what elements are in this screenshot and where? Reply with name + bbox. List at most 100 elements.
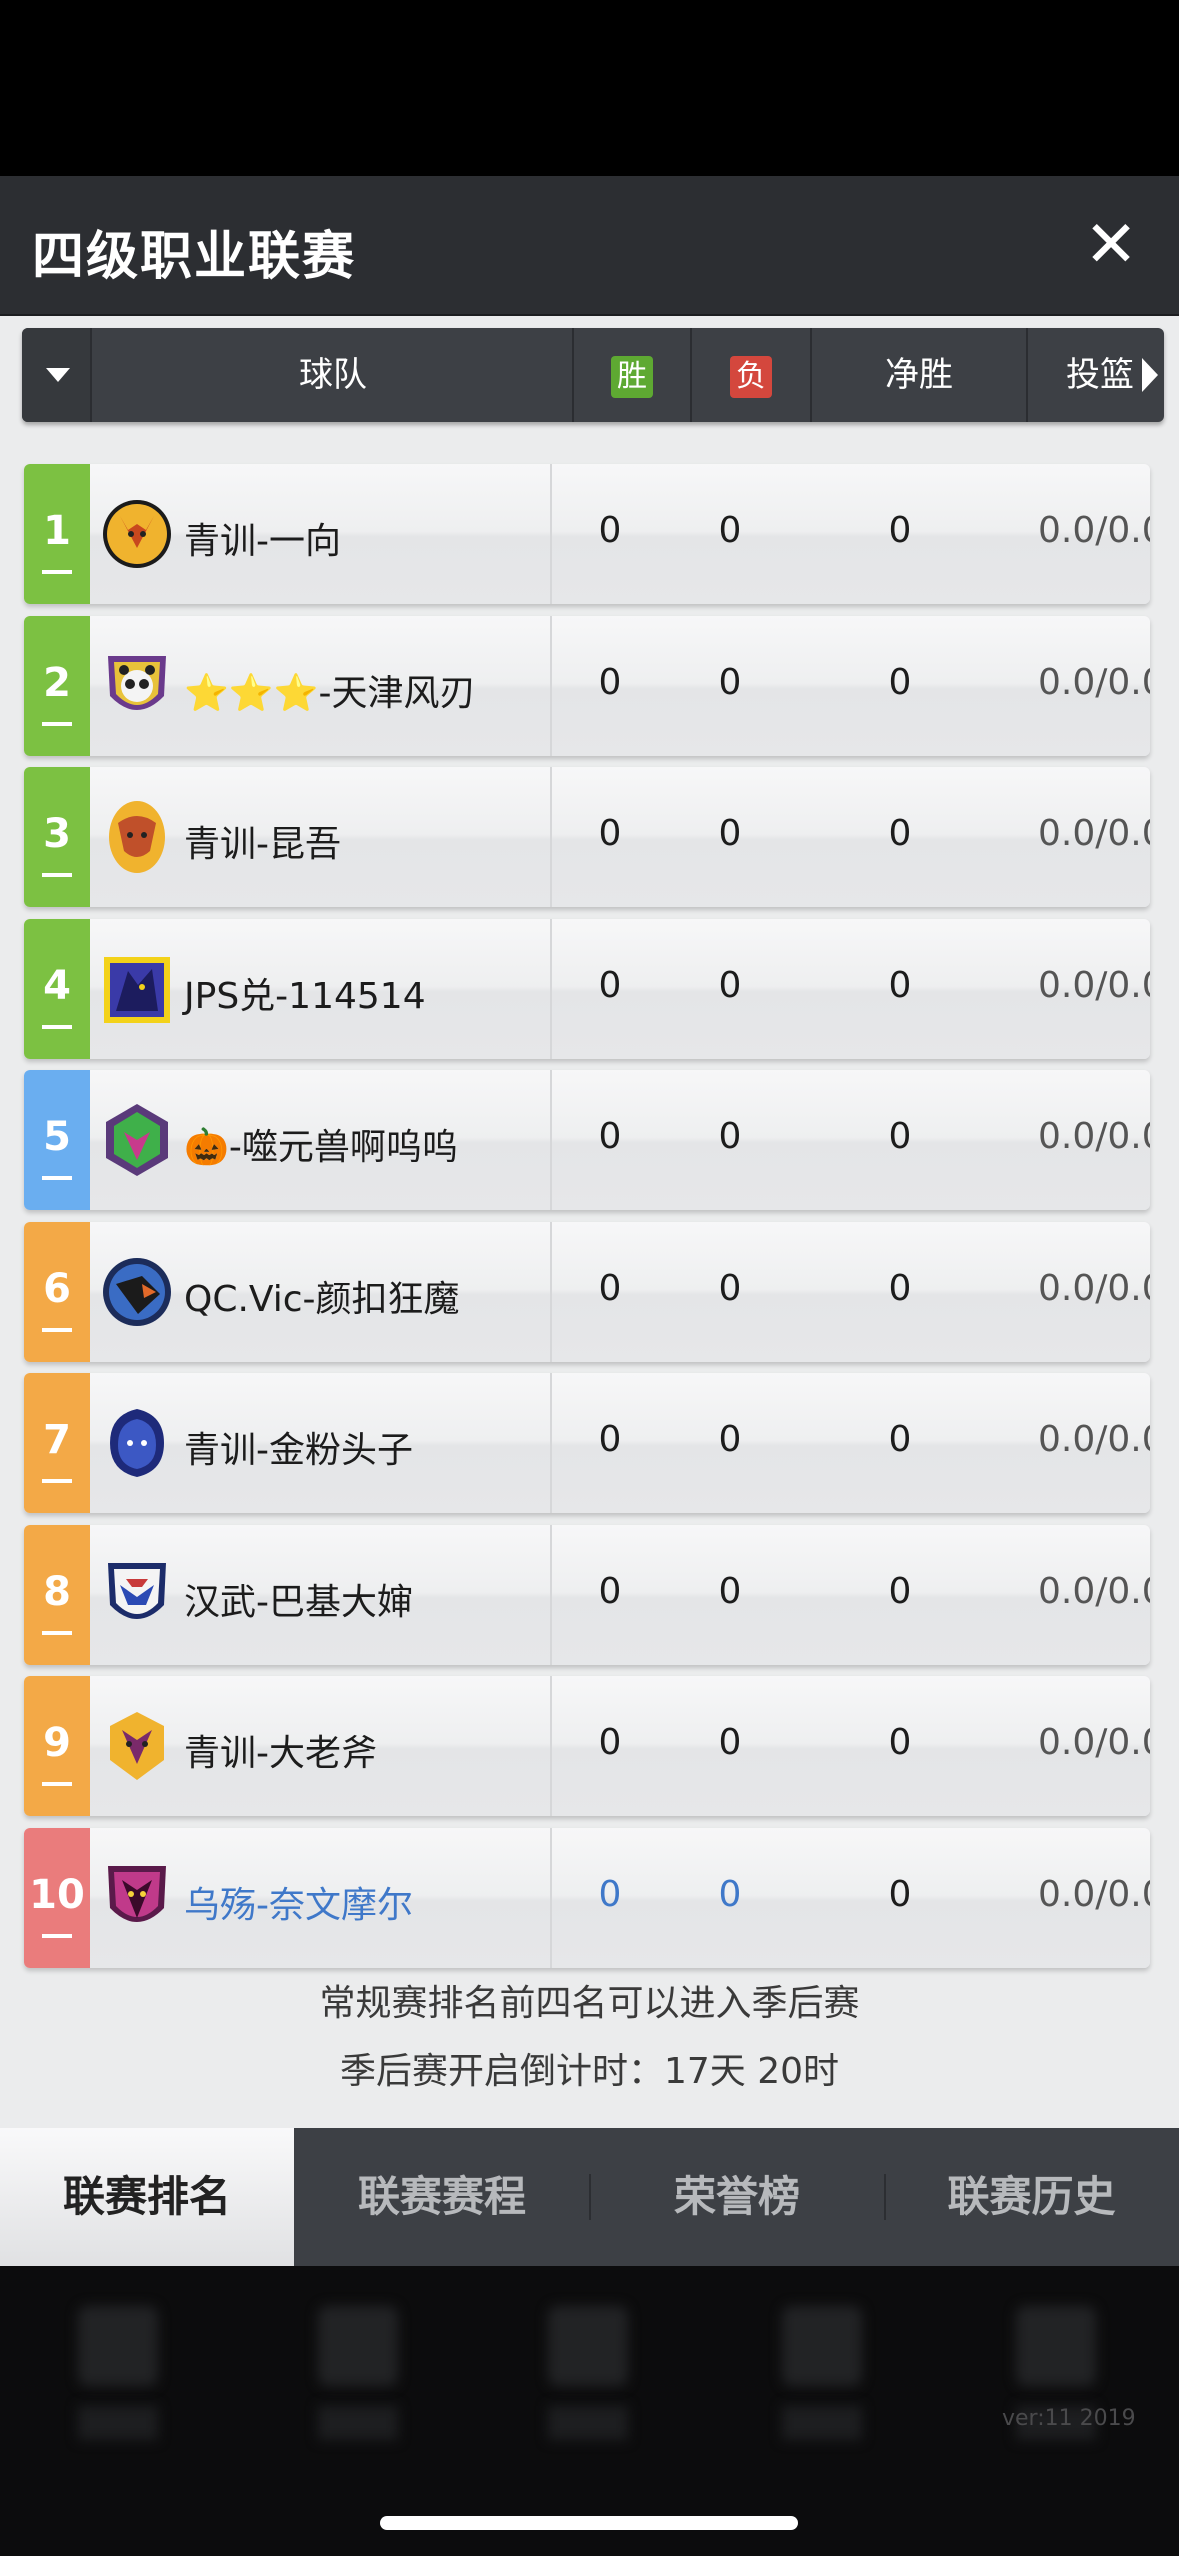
team-name: JPS兑-114514 — [184, 975, 426, 1017]
column-shoot-label: 投篮 — [1066, 355, 1134, 395]
losses-value: 0 — [718, 1419, 742, 1460]
header-bar: 四级职业联赛 i ✕ — [0, 176, 1179, 448]
net-wins-value: 0 — [888, 964, 912, 1006]
scroll-right-icon[interactable] — [1142, 358, 1158, 392]
panda-logo — [102, 648, 172, 724]
column-lose[interactable]: 负 — [692, 328, 812, 422]
blurred-background-menu: ver:11 2019 — [0, 2266, 1179, 2556]
team-name: QC.Vic-颜扣狂魔 — [184, 1278, 460, 1320]
lose-badge: 负 — [730, 355, 772, 398]
bull-logo — [102, 799, 172, 875]
shooting-value: 0.0/0.0 — [1038, 1570, 1150, 1612]
tab-honor-roll[interactable]: 荣誉榜 — [590, 2128, 884, 2266]
blurred-icon — [318, 2306, 398, 2386]
shooting-value: 0.0/0.0 — [1038, 1116, 1150, 1157]
losses-value: 0 — [718, 813, 742, 854]
column-divider — [550, 1524, 552, 1665]
tab-bar: 联赛排名 联赛赛程 荣誉榜 联赛历史 — [0, 2128, 1179, 2266]
shooting-value: 0.0/0.0 — [1038, 1419, 1150, 1460]
rank-number: 3 — [43, 811, 71, 857]
table-row[interactable]: 1 青训-一向 0 0 0 0.0/0.0 — [24, 464, 1150, 604]
column-divider — [550, 1676, 552, 1816]
version-label: ver:11 2019 — [1002, 2406, 1136, 2431]
shooting-value: 0.0/0.0 — [1038, 510, 1150, 551]
wolf-shield-logo — [102, 1860, 172, 1936]
bird-shield-logo — [102, 1557, 172, 1633]
wins-value: 0 — [598, 661, 622, 703]
table-row[interactable]: 7 青训-金粉头子 0 0 0 0.0/0.0 — [24, 1373, 1150, 1513]
dragon-logo — [102, 1102, 172, 1178]
rank-number: 6 — [43, 1265, 71, 1312]
eagle-logo — [102, 1254, 172, 1330]
column-divider — [550, 1221, 552, 1362]
sort-dropdown-button[interactable] — [22, 328, 92, 422]
wins-value: 0 — [598, 813, 622, 854]
net-wins-value: 0 — [888, 1873, 912, 1915]
table-row[interactable]: 5 🎃-噬元兽啊呜呜 0 0 0 0.0/0.0 — [24, 1070, 1150, 1210]
playoff-countdown: 季后赛开启倒计时：17天 20时 — [339, 2051, 840, 2092]
table-row[interactable]: 6 QC.Vic-颜扣狂魔 0 0 0 0.0/0.0 — [24, 1221, 1150, 1362]
losses-value: 0 — [718, 661, 742, 703]
home-indicator[interactable] — [380, 2516, 798, 2530]
rank-badge: 8 — [24, 1524, 90, 1665]
net-wins-value: 0 — [888, 510, 912, 551]
team-name: 汉武-巴基大婶 — [184, 1581, 413, 1623]
wins-value: 0 — [598, 1873, 622, 1915]
blurred-label — [548, 2406, 628, 2440]
team-name: 乌殇-奈文摩尔 — [184, 1884, 413, 1926]
column-shoot[interactable]: 投篮 — [1028, 328, 1164, 422]
net-wins-value: 0 — [888, 1267, 912, 1309]
team-name: 青训-大老斧 — [184, 1733, 377, 1774]
tab-league-schedule[interactable]: 联赛赛程 — [294, 2128, 590, 2266]
rank-badge: 1 — [24, 464, 90, 604]
table-row[interactable]: 10 乌殇-奈文摩尔 0 0 0 0.0/0.0 — [24, 1827, 1150, 1968]
rank-change-icon — [42, 873, 72, 877]
losses-value: 0 — [718, 964, 742, 1006]
close-icon[interactable]: ✕ — [1078, 212, 1144, 278]
losses-value: 0 — [718, 1873, 742, 1915]
rank-badge: 4 — [24, 918, 90, 1059]
table-row[interactable]: 8 汉武-巴基大婶 0 0 0 0.0/0.0 — [24, 1524, 1150, 1665]
net-wins-value: 0 — [888, 661, 912, 703]
net-wins-value: 0 — [888, 1419, 912, 1460]
column-team[interactable]: 球队 — [94, 328, 574, 422]
tab-league-ranking[interactable]: 联赛排名 — [0, 2128, 294, 2266]
team-name: 青训-一向 — [184, 521, 341, 562]
shooting-value: 0.0/0.0 — [1038, 1873, 1150, 1915]
rank-number: 4 — [43, 962, 71, 1009]
wins-value: 0 — [598, 1570, 622, 1612]
net-wins-value: 0 — [888, 813, 912, 854]
rank-change-icon — [42, 570, 72, 574]
shooting-value: 0.0/0.0 — [1038, 1267, 1150, 1309]
column-win[interactable]: 胜 — [574, 328, 692, 422]
rank-change-icon — [42, 1176, 72, 1180]
rank-badge: 5 — [24, 1070, 90, 1210]
rank-change-icon — [42, 1782, 72, 1786]
blurred-label — [78, 2406, 158, 2440]
wins-value: 0 — [598, 964, 622, 1006]
blurred-label — [782, 2406, 862, 2440]
table-row[interactable]: 3 青训-昆吾 0 0 0 0.0/0.0 — [24, 767, 1150, 907]
gorilla-logo — [102, 1405, 172, 1481]
rank-change-icon — [42, 1024, 72, 1029]
table-row[interactable]: 9 青训-大老斧 0 0 0 0.0/0.0 — [24, 1676, 1150, 1816]
rank-number: 10 — [29, 1871, 85, 1918]
fox-logo — [102, 496, 172, 572]
column-net[interactable]: 净胜 — [812, 328, 1028, 422]
table-row[interactable]: 2 ⭐⭐⭐-天津风刃 0 0 0 0.0/0.0 — [24, 615, 1150, 756]
column-divider — [550, 1827, 552, 1968]
rank-number: 1 — [43, 508, 71, 554]
losses-value: 0 — [718, 1267, 742, 1309]
column-divider — [550, 767, 552, 907]
rank-badge: 2 — [24, 615, 90, 756]
losses-value: 0 — [718, 1116, 742, 1157]
column-divider — [550, 1373, 552, 1513]
tab-league-history[interactable]: 联赛历史 — [884, 2128, 1179, 2266]
table-row[interactable]: 4 JPS兑-114514 0 0 0 0.0/0.0 — [24, 918, 1150, 1059]
shooting-value: 0.0/0.0 — [1038, 1722, 1150, 1763]
losses-value: 0 — [718, 1722, 742, 1763]
losses-value: 0 — [718, 1570, 742, 1612]
page-title: 四级职业联赛 — [32, 227, 357, 287]
rank-change-icon — [42, 721, 72, 726]
rank-change-icon — [42, 1630, 72, 1635]
